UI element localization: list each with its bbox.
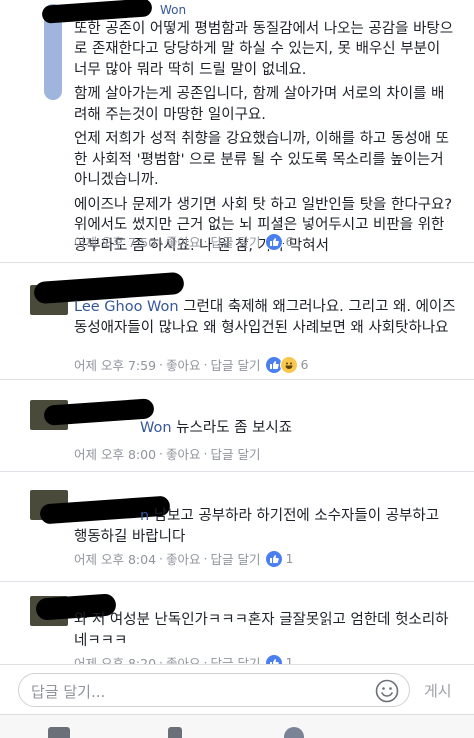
- comment-text: 와 저 여성분 난독인가ㅋㅋㅋ혼자 글잘못읽고 엄한데 헛소리하네ㅋㅋㅋ: [74, 610, 456, 651]
- comment-1: Won 또한 공존이 어떻게 평범함과 동질감에서 나오는 공감을 바탕으로 존…: [0, 0, 474, 262]
- comment-3: Won 뉴스라도 좀 보시죠 어제 오후 8:00 · 좋아요 · 답글 달기: [0, 379, 474, 471]
- post-button[interactable]: 게시: [424, 680, 452, 701]
- reaction-count[interactable]: 1: [286, 551, 294, 566]
- reply-input[interactable]: 답글 달기...: [18, 673, 410, 707]
- reply-link[interactable]: 답글 달기: [211, 549, 261, 568]
- like-link[interactable]: 좋아요: [166, 232, 201, 251]
- timestamp[interactable]: 어제 오후 8:00: [74, 444, 156, 463]
- like-link[interactable]: 좋아요: [166, 549, 201, 568]
- commenter-name[interactable]: Won: [74, 420, 172, 436]
- haha-icon: [279, 355, 298, 374]
- like-link[interactable]: 좋아요: [166, 355, 201, 374]
- like-icon: [264, 549, 283, 568]
- comment-2: Lee Ghoo Won 그런대 축제해 왜그러나요. 그리고 왜. 에이즈 동…: [0, 262, 474, 379]
- marketplace-icon[interactable]: [284, 727, 304, 738]
- comment-text: Won 뉴스라도 좀 보시죠: [74, 418, 456, 439]
- comment-body: 와 저 여성분 난독인가ㅋㅋㅋ혼자 글잘못읽고 엄한데 헛소리하네ㅋㅋㅋ: [74, 612, 449, 649]
- paragraph-2: 함께 살아가는게 공존입니다, 함께 살아가며 서로의 차이를 배려해 주는것이…: [74, 86, 445, 123]
- comment-meta: 어제 오후 8:04 · 좋아요 · 답글 달기 1: [74, 549, 294, 568]
- comment-text: Won 또한 공존이 어떻게 평범함과 동질감에서 나오는 공감을 바탕으로 존…: [74, 3, 456, 256]
- paragraph-3: 언제 저희가 성적 취향을 강요했습니까, 이해를 하고 동성애 또한 사회적 …: [74, 131, 449, 188]
- reply-placeholder: 답글 달기...: [31, 683, 106, 701]
- groups-icon[interactable]: [168, 727, 182, 738]
- timestamp[interactable]: 어제 오후 8:04: [74, 549, 156, 568]
- comment-text: Lee Ghoo Won 그런대 축제해 왜그러나요. 그리고 왜. 에이즈 동…: [74, 297, 456, 338]
- like-icon: [264, 232, 283, 251]
- comment-5: 와 저 여성분 난독인가ㅋㅋㅋ혼자 글잘못읽고 엄한데 헛소리하네ㅋㅋㅋ 어제 …: [0, 581, 474, 672]
- reaction-icons[interactable]: [264, 355, 298, 374]
- bottom-tab-bar: [0, 714, 474, 738]
- commenter-name[interactable]: Lee Ghoo Won: [74, 299, 179, 315]
- comment-meta: 어제 오후 7:59 · 좋아요 · 답글 달기 6: [74, 355, 309, 374]
- comment-meta: 어제 오후 7:50 · 좋아요 · 답글 달기 6: [74, 232, 294, 251]
- like-link[interactable]: 좋아요: [166, 444, 201, 463]
- commenter-name[interactable]: Won: [74, 0, 456, 21]
- reaction-icons[interactable]: [264, 549, 283, 568]
- reply-link[interactable]: 답글 달기: [211, 444, 261, 463]
- commenter-name[interactable]: n: [74, 508, 149, 524]
- reply-composer: 답글 달기... 게시: [0, 664, 474, 714]
- news-feed-icon[interactable]: [48, 727, 70, 738]
- timestamp[interactable]: 어제 오후 7:59: [74, 355, 156, 374]
- comment-meta: 어제 오후 8:00 · 좋아요 · 답글 달기: [74, 444, 261, 463]
- paragraph-1: 또한 공존이 어떻게 평범함과 동질감에서 나오는 공감을 바탕으로 존재한다고…: [74, 20, 454, 78]
- emoji-icon[interactable]: [375, 679, 399, 703]
- comment-4: n 남보고 공부하라 하기전에 소수자들이 공부하고 행동하길 바랍니다 어제 …: [0, 471, 474, 581]
- reply-link[interactable]: 답글 달기: [211, 232, 261, 251]
- reaction-count[interactable]: 6: [301, 357, 309, 372]
- reaction-count[interactable]: 6: [286, 234, 294, 249]
- comment-text: n 남보고 공부하라 하기전에 소수자들이 공부하고 행동하길 바랍니다: [74, 506, 456, 547]
- reaction-icons[interactable]: [264, 232, 283, 251]
- comment-body: 뉴스라도 좀 보시죠: [176, 420, 293, 436]
- timestamp[interactable]: 어제 오후 7:50: [74, 232, 156, 251]
- reply-link[interactable]: 답글 달기: [211, 355, 261, 374]
